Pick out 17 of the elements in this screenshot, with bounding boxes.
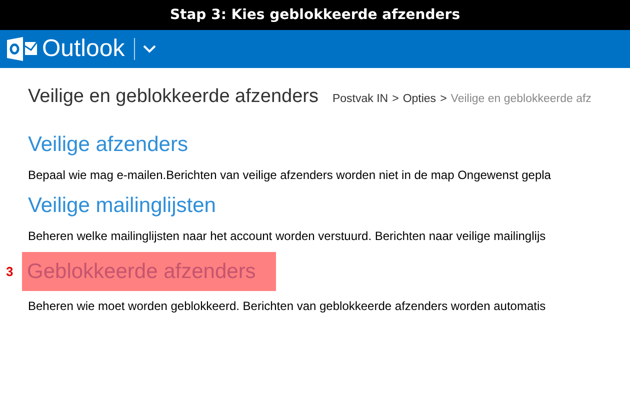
section-description: Bepaal wie mag e-mailen.Berichten van veilige afzenders worden niet in de map Ongewenst gepla (28, 166, 552, 184)
page-title: Veilige en geblokkeerde afzenders (28, 85, 318, 109)
breadcrumb-link[interactable]: Opties (402, 91, 436, 108)
section-link[interactable]: Geblokkeerde afzenders (22, 252, 276, 290)
caption: Stap 3: Kies geblokkeerde afzenders (170, 6, 460, 24)
breadcrumb-current: Veilige en geblokkeerde afz (450, 92, 592, 107)
app-name: Outlook (42, 37, 125, 61)
chevron-down-icon[interactable] (142, 45, 156, 53)
section-link[interactable]: Veilige mailinglijsten (28, 190, 216, 220)
outlook-logo-icon (7, 37, 37, 61)
section-description: Beheren wie moet worden geblokkeerd. Berichten van geblokkeerde afzenders worden automatis (28, 298, 547, 314)
section-description: Beheren welke mailinglijsten naar het account worden verstuurd. Berichten naar veilige mailinglijs (28, 228, 547, 244)
breadcrumb-separator: > (440, 92, 447, 107)
section-link[interactable]: Veilige afzenders (28, 130, 188, 160)
step-marker: 3 (6, 262, 14, 280)
breadcrumb-separator: > (392, 92, 399, 107)
breadcrumb-link[interactable]: Postvak IN (332, 91, 388, 108)
